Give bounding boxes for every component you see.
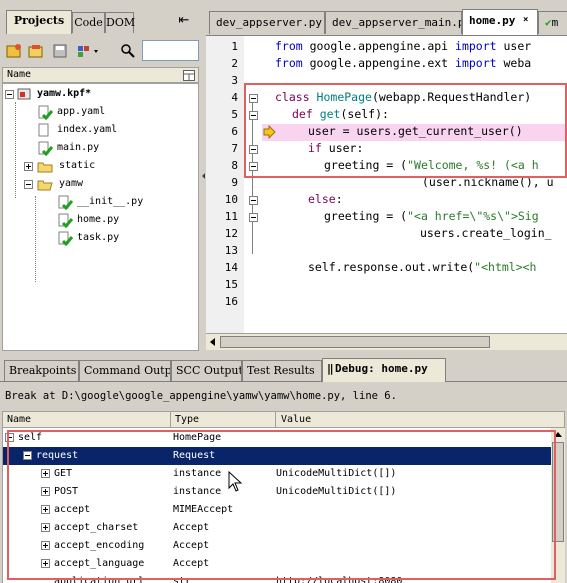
bottom-tabbar: Breakpoints Command Output SCC Output Te… (0, 357, 567, 382)
column-picker-icon[interactable] (183, 70, 195, 81)
project-tree: yamw.kpf* app.yaml index.yaml main.py st… (2, 83, 199, 351)
new-project-icon[interactable] (6, 43, 22, 59)
annotation-box-variables (7, 430, 556, 580)
collapse-toggle-icon[interactable] (5, 90, 14, 99)
open-project-icon[interactable] (28, 43, 44, 59)
editor-horizontal-scrollbar[interactable] (206, 333, 567, 350)
search-input[interactable] (142, 40, 199, 61)
project-icon (17, 88, 31, 100)
line-number-gutter: 1 2 3 4 5 6 7 8 9 10 11 12 13 14 15 16 (206, 36, 244, 350)
file-checked-icon: ✔ (545, 16, 552, 29)
code-line: from google.appengine.api import user (275, 39, 532, 53)
mouse-cursor-icon (228, 471, 243, 492)
variables-header: Name Type Value (2, 411, 565, 428)
tab-scc-output[interactable]: SCC Output (171, 360, 242, 382)
editor-tabbar: dev_appserver.py dev_appserver_main.py h… (206, 8, 567, 35)
annotation-box-code (244, 83, 567, 178)
editor-tab-dev-appserver[interactable]: dev_appserver.py (209, 11, 325, 34)
save-project-icon[interactable] (52, 43, 68, 59)
col-value[interactable]: Value (281, 414, 311, 425)
code-line: greeting = ("<a href=\"%s\">Sig (324, 209, 539, 223)
code-line: users.create_login_ (420, 226, 552, 240)
tab-command-output[interactable]: Command Output (79, 360, 171, 382)
code-line: else: (308, 192, 343, 206)
pause-icon: ‖ (327, 362, 334, 375)
file-checked-icon (38, 141, 53, 156)
col-name[interactable]: Name (7, 414, 31, 425)
file-checked-icon (58, 195, 73, 210)
tab-breakpoints[interactable]: Breakpoints (4, 360, 79, 382)
project-menu-icon[interactable] (76, 43, 102, 59)
tab-code[interactable]: Code (72, 12, 105, 33)
folder-open-icon (37, 180, 53, 191)
scroll-left-icon[interactable] (208, 337, 218, 347)
project-panel: Projects Code DOM ⇤ Name yamw.kpf* app.y… (0, 0, 201, 352)
close-tab-icon[interactable]: × (523, 10, 528, 31)
file-icon (38, 123, 49, 137)
file-checked-icon (58, 231, 73, 246)
tab-test-results[interactable]: Test Results (242, 360, 322, 382)
left-tabbar: Projects Code DOM (2, 10, 202, 34)
search-icon (121, 44, 135, 58)
expand-toggle-icon[interactable] (24, 162, 33, 171)
tree-header: Name (2, 67, 199, 83)
editor-tab-main[interactable]: ✔m (538, 11, 567, 34)
tab-dom[interactable]: DOM (105, 12, 135, 33)
fold-toggle-icon[interactable] (249, 196, 258, 205)
folder-icon (37, 162, 53, 173)
collapse-panel-button[interactable]: ⇤ (175, 14, 193, 30)
project-toolbar (2, 38, 200, 64)
collapse-toggle-icon[interactable] (24, 180, 33, 189)
file-checked-icon (38, 105, 53, 120)
code-line: self.response.out.write("<html><h (308, 260, 537, 274)
file-checked-icon (58, 213, 73, 228)
editor-tab-dev-appserver-main[interactable]: dev_appserver_main.py (325, 11, 462, 34)
tree-header-name: Name (7, 69, 32, 80)
scroll-thumb[interactable] (220, 336, 490, 348)
editor-tab-home[interactable]: home.py × (462, 9, 538, 35)
tab-debug[interactable]: ‖Debug: home.py (322, 358, 446, 382)
fold-toggle-icon[interactable] (249, 213, 258, 222)
col-type[interactable]: Type (175, 414, 199, 425)
tab-projects[interactable]: Projects (6, 10, 72, 34)
code-line: from google.appengine.ext import weba (275, 56, 532, 70)
break-status-text: Break at D:\google\google_appengine\yamw… (5, 390, 397, 402)
